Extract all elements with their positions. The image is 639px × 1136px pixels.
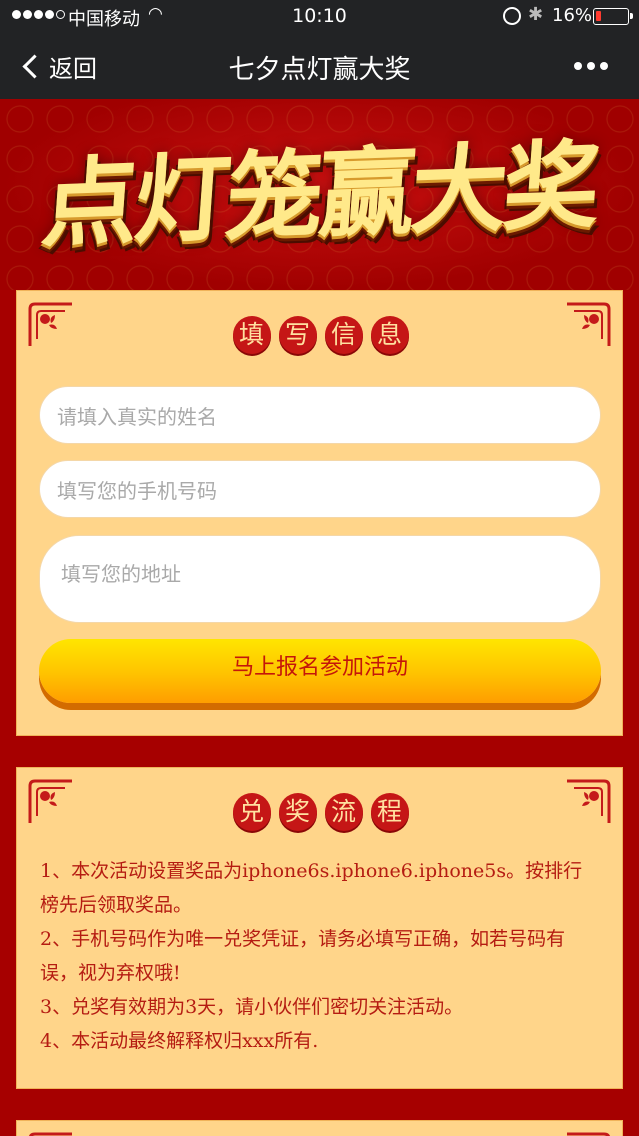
heading-char: 信 (324, 316, 363, 354)
banner: 点灯笼赢大奖 (0, 99, 639, 290)
bluetooth-icon: ✱ (528, 4, 544, 25)
nav-bar: 返回 七夕点灯赢大奖 (0, 34, 639, 99)
battery-percent: 16% (552, 5, 593, 26)
rule-item: 4、本活动最终解释权归xxx所有. (40, 1030, 319, 1052)
heading-char: 程 (370, 793, 409, 831)
battery-fill (596, 11, 601, 21)
banner-title: 点灯笼赢大奖 (38, 129, 600, 261)
battery-icon (593, 8, 633, 25)
top-bar: 中国移动 ◠ 10:10 ✱ 16% 返回 七夕点灯赢大奖 (0, 0, 639, 99)
heading-char: 填 (232, 316, 271, 354)
phone-input[interactable]: 填写您的手机号码 (39, 460, 601, 518)
form-heading: 填 写 信 息 (17, 316, 624, 354)
heading-char: 兑 (232, 793, 271, 831)
rule-item: 2、手机号码作为唯一兑奖凭证，请务必填写正确，如若号码有误，视为弃权哦! (40, 928, 566, 984)
rule-item: 1、本次活动设置奖品为iphone6s.iphone6.iphone5s。按排行… (40, 860, 583, 916)
heading-char: 息 (370, 316, 409, 354)
corner-ornament-icon (29, 1132, 72, 1136)
corner-ornament-icon (567, 1132, 611, 1136)
heading-char: 流 (324, 793, 363, 831)
address-input[interactable]: 填写您的地址 (39, 535, 601, 623)
status-time: 10:10 (292, 5, 347, 27)
form-panel: 填 写 信 息 请填入真实的姓名 填写您的手机号码 填写您的地址 马上报名参加活… (16, 290, 623, 736)
signup-button[interactable]: 马上报名参加活动 (39, 639, 601, 703)
next-panel (16, 1120, 623, 1136)
heading-char: 写 (278, 316, 317, 354)
heading-char: 奖 (278, 793, 317, 831)
orientation-lock-icon (503, 7, 521, 25)
status-bar: 中国移动 ◠ 10:10 ✱ 16% (0, 0, 639, 34)
page-title: 七夕点灯赢大奖 (228, 55, 411, 85)
rules-list: 1、本次活动设置奖品为iphone6s.iphone6.iphone5s。按排行… (40, 854, 600, 1058)
rules-heading: 兑 奖 流 程 (17, 793, 624, 831)
rules-panel: 兑 奖 流 程 1、本次活动设置奖品为iphone6s.iphone6.ipho… (16, 767, 623, 1089)
name-input[interactable]: 请填入真实的姓名 (39, 386, 601, 444)
rule-item: 3、兑奖有效期为3天，请小伙伴们密切关注活动。 (40, 996, 464, 1018)
more-options-button[interactable] (574, 62, 608, 70)
